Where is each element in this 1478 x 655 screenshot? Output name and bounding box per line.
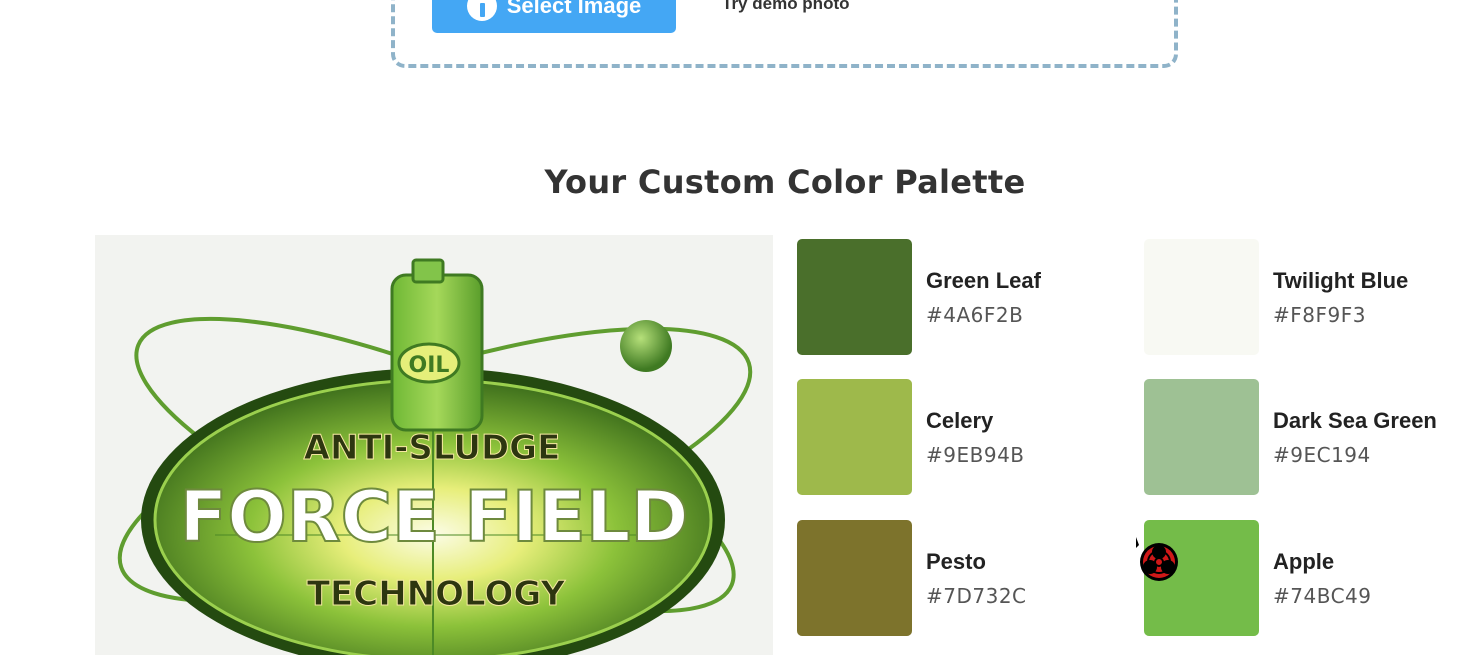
oil-label: OIL xyxy=(409,353,450,378)
color-hex: #F8F9F3 xyxy=(1273,303,1366,327)
try-demo-photo-link[interactable]: Try demo photo xyxy=(722,0,850,14)
palette-item[interactable]: Dark Sea Green #9EC194 xyxy=(1144,379,1478,497)
palette-item[interactable]: Apple #74BC49 xyxy=(1144,520,1478,638)
color-hex: #9EC194 xyxy=(1273,443,1371,467)
uploaded-photo: OIL ANTI-SLUDGE FORCE FIELD TECHNOLOGY xyxy=(95,235,773,655)
color-hex: #9EB94B xyxy=(926,443,1025,467)
anti-sludge-label: ANTI-SLUDGE xyxy=(304,428,561,468)
info-icon xyxy=(466,0,497,21)
color-hex: #4A6F2B xyxy=(926,303,1024,327)
biohazard-cursor-icon xyxy=(1136,537,1178,581)
select-image-button[interactable]: Select Image xyxy=(432,0,676,33)
color-swatch[interactable] xyxy=(797,379,912,495)
technology-label: TECHNOLOGY xyxy=(307,574,566,614)
palette-item[interactable]: Celery #9EB94B xyxy=(797,379,1137,497)
color-name: Green Leaf xyxy=(926,268,1041,293)
color-swatch[interactable] xyxy=(1144,239,1259,355)
color-name: Celery xyxy=(926,408,994,433)
palette-item[interactable]: Pesto #7D732C xyxy=(797,520,1137,638)
palette-item[interactable]: Green Leaf #4A6F2B xyxy=(797,239,1137,357)
color-swatch[interactable] xyxy=(797,239,912,355)
force-field-label: FORCE FIELD xyxy=(179,476,688,558)
color-hex: #7D732C xyxy=(926,584,1027,608)
palette-title: Your Custom Color Palette xyxy=(544,163,1026,201)
palette-item[interactable]: Twilight Blue #F8F9F3 xyxy=(1144,239,1478,357)
color-name: Twilight Blue xyxy=(1273,268,1409,293)
select-image-label: Select Image xyxy=(506,0,642,18)
color-swatch[interactable] xyxy=(797,520,912,636)
color-hex: #74BC49 xyxy=(1273,584,1372,608)
color-name: Apple xyxy=(1273,549,1335,574)
color-name: Dark Sea Green xyxy=(1273,408,1437,433)
color-name: Pesto xyxy=(926,549,986,574)
color-swatch[interactable] xyxy=(1144,379,1259,495)
